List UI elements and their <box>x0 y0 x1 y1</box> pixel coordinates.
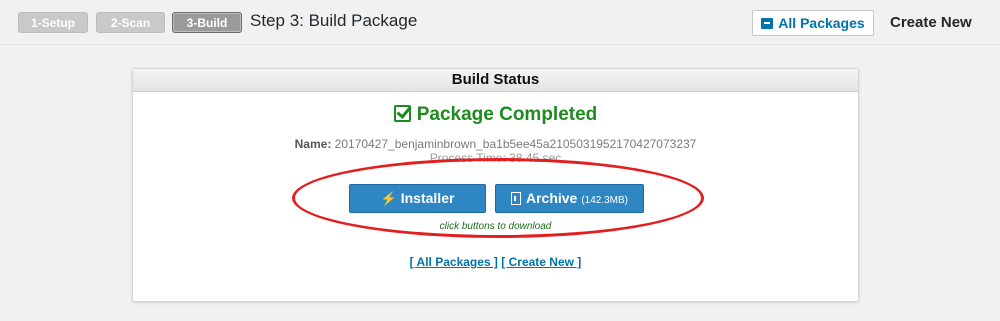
name-label: Name: <box>294 137 332 151</box>
step-setup[interactable]: 1-Setup <box>18 12 88 33</box>
checkbox-checked-icon <box>393 105 411 122</box>
create-new-link[interactable]: [ Create New ] <box>501 255 581 269</box>
all-packages-link[interactable]: [ All Packages ] <box>410 255 498 269</box>
page-title: Step 3: Build Package <box>250 11 418 30</box>
package-name: 20170427_benjaminbrown_ba1b5ee45a2105031… <box>334 137 697 151</box>
create-new-button[interactable]: Create New <box>890 14 972 31</box>
all-packages-button[interactable]: All Packages <box>752 10 874 36</box>
top-bar: 1-Setup 2-Scan 3-Build Step 3: Build Pac… <box>0 0 1000 45</box>
highlight-ellipse <box>292 158 704 238</box>
status-heading: Package Completed <box>133 104 858 126</box>
status-text: Package Completed <box>416 104 598 125</box>
archive-box-icon <box>761 18 774 29</box>
all-packages-label: All Packages <box>778 15 865 31</box>
footer-links: [ All Packages ] [ Create New ] <box>133 255 858 269</box>
package-name-line: Name: 20170427_benjaminbrown_ba1b5ee45a2… <box>133 137 858 151</box>
step-build[interactable]: 3-Build <box>172 12 242 33</box>
panel-title: Build Status <box>133 69 858 92</box>
step-scan[interactable]: 2-Scan <box>96 12 165 33</box>
